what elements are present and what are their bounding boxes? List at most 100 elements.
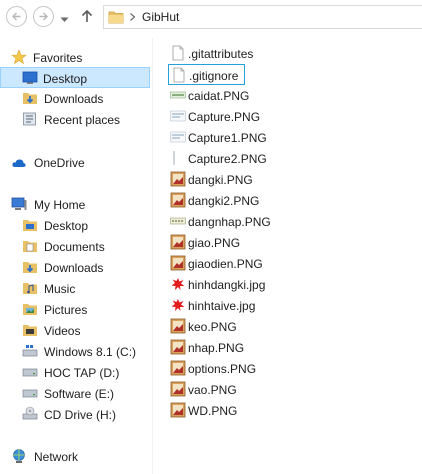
nav-myhome-pictures[interactable]: Pictures xyxy=(0,299,150,320)
nav-myhome-label: My Home xyxy=(34,198,86,212)
nav-myhome-downloads[interactable]: Downloads xyxy=(0,257,150,278)
nav-myhome-music[interactable]: Music xyxy=(0,278,150,299)
folder-icon xyxy=(23,220,37,231)
nav-drive-h[interactable]: CD Drive (H:) xyxy=(0,404,150,425)
file-item[interactable]: options.PNG xyxy=(168,358,263,379)
file-item[interactable]: .gitignore xyxy=(168,64,245,85)
nav-myhome-documents[interactable]: Documents xyxy=(0,236,150,257)
cd-drive-icon xyxy=(22,406,38,420)
nav-item-label: Videos xyxy=(44,324,81,338)
nav-onedrive-label: OneDrive xyxy=(34,156,85,170)
onedrive-cloud-icon xyxy=(12,159,26,167)
address-bar: GibHut xyxy=(0,0,422,36)
red-splash-thumbnail-icon xyxy=(171,278,185,290)
nav-item-label: Downloads xyxy=(44,92,104,106)
windows-drive-icon xyxy=(22,345,38,357)
file-item[interactable]: hinhtaive.jpg xyxy=(168,295,263,316)
file-item[interactable]: keo.PNG xyxy=(168,316,263,337)
red-splash-thumbnail-icon xyxy=(171,299,185,311)
nav-item-label: HOC TAP (D:) xyxy=(44,366,120,380)
nav-item-label: Downloads xyxy=(44,261,104,275)
nav-favorites-downloads[interactable]: Downloads xyxy=(0,88,150,109)
nav-item-label: CD Drive (H:) xyxy=(44,408,116,422)
file-name: hinhdangki.jpg xyxy=(188,278,266,292)
chevron-down-icon xyxy=(60,17,69,22)
file-item[interactable]: Capture1.PNG xyxy=(168,127,267,148)
file-item[interactable]: Capture.PNG xyxy=(168,106,263,127)
nav-network[interactable]: Network xyxy=(0,446,150,467)
nav-item-label: Windows 8.1 (C:) xyxy=(44,345,137,359)
blank-file-icon xyxy=(173,67,185,83)
downloads-folder-icon xyxy=(23,262,37,273)
image-file-icon xyxy=(170,402,186,418)
file-item[interactable]: dangnhap.PNG xyxy=(168,211,271,232)
file-name: dangki2.PNG xyxy=(188,194,260,208)
file-item[interactable]: nhap.PNG xyxy=(168,337,263,358)
nav-drive-d[interactable]: HOC TAP (D:) xyxy=(0,362,150,383)
file-name: .gitignore xyxy=(189,69,239,83)
file-item[interactable]: dangki.PNG xyxy=(168,169,263,190)
file-item[interactable]: WD.PNG xyxy=(168,400,263,421)
star-icon xyxy=(11,49,27,65)
file-name: giaodien.PNG xyxy=(188,257,263,271)
png-thumbnail-icon xyxy=(170,131,186,143)
breadcrumb-chevron-icon xyxy=(130,13,135,21)
file-item[interactable]: vao.PNG xyxy=(168,379,263,400)
recent-locations-button[interactable] xyxy=(60,12,69,26)
nav-myhome-videos[interactable]: Videos xyxy=(0,320,150,341)
nav-item-label: Pictures xyxy=(44,303,88,317)
image-file-icon xyxy=(170,381,186,397)
nav-onedrive[interactable]: OneDrive xyxy=(0,152,150,173)
png-thumbnail-icon xyxy=(170,217,186,225)
desktop-icon xyxy=(22,71,38,84)
file-name: caidat.PNG xyxy=(188,89,250,103)
nav-favorites[interactable]: Favorites xyxy=(0,47,150,68)
file-name: options.PNG xyxy=(188,362,257,376)
folder-icon xyxy=(108,11,124,24)
png-thumbnail-icon xyxy=(170,110,186,122)
file-item[interactable]: giaodien.PNG xyxy=(168,253,263,274)
nav-favorites-recent-places[interactable]: Recent places xyxy=(0,109,150,130)
documents-folder-icon xyxy=(23,241,37,252)
file-name: Capture1.PNG xyxy=(188,131,267,145)
image-file-icon xyxy=(170,234,186,250)
nav-drive-e[interactable]: Software (E:) xyxy=(0,383,150,404)
png-thumbnail-icon xyxy=(173,151,175,165)
file-item[interactable]: .gitattributes xyxy=(168,43,263,64)
network-icon xyxy=(13,449,25,463)
file-item[interactable]: dangki2.PNG xyxy=(168,190,263,211)
blank-file-icon xyxy=(172,45,184,61)
up-button[interactable] xyxy=(81,9,93,26)
file-item[interactable]: hinhdangki.jpg xyxy=(168,274,273,295)
up-arrow-icon xyxy=(81,9,93,22)
nav-drive-c[interactable]: Windows 8.1 (C:) xyxy=(0,341,150,362)
file-item[interactable]: Capture2.PNG xyxy=(168,148,267,169)
nav-favorites-desktop[interactable]: Desktop xyxy=(0,67,150,88)
nav-myhome[interactable]: My Home xyxy=(0,194,150,215)
file-item[interactable]: caidat.PNG xyxy=(168,85,263,106)
navigation-pane: Favorites Desktop Downloads Recent place… xyxy=(0,38,152,474)
forward-button[interactable] xyxy=(33,6,54,27)
file-name: Capture2.PNG xyxy=(188,152,267,166)
nav-item-label: Documents xyxy=(44,240,105,254)
address-path-box[interactable]: GibHut xyxy=(103,5,422,29)
file-name: nhap.PNG xyxy=(188,341,245,355)
recent-places-icon xyxy=(23,112,36,126)
file-item[interactable]: giao.PNG xyxy=(168,232,263,253)
file-name: giao.PNG xyxy=(188,236,241,250)
image-file-icon xyxy=(170,171,186,187)
computer-icon xyxy=(11,197,27,210)
back-button[interactable] xyxy=(6,6,27,27)
file-name: hinhtaive.jpg xyxy=(188,299,256,313)
image-file-icon xyxy=(170,339,186,355)
pictures-folder-icon xyxy=(23,304,37,315)
file-name: vao.PNG xyxy=(188,383,237,397)
nav-myhome-desktop[interactable]: Desktop xyxy=(0,215,150,236)
file-name: .gitattributes xyxy=(188,47,254,61)
image-file-icon xyxy=(170,360,186,376)
breadcrumb-folder[interactable]: GibHut xyxy=(142,10,179,24)
image-file-icon xyxy=(170,192,186,208)
nav-item-label: Software (E:) xyxy=(44,387,115,401)
file-name: Capture.PNG xyxy=(188,110,261,124)
hard-drive-icon xyxy=(22,389,38,398)
